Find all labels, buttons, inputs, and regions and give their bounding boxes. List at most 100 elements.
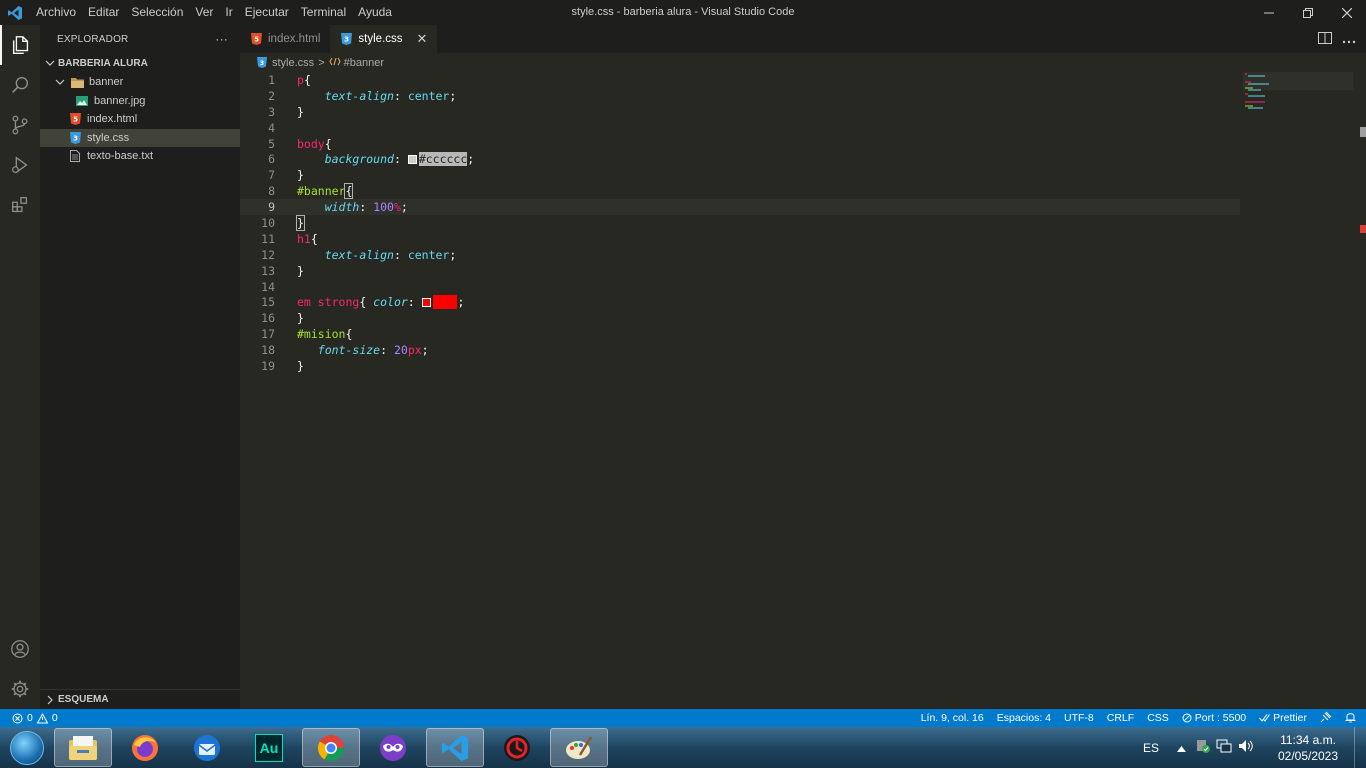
tab-index-html[interactable]: 5 index.html bbox=[240, 25, 330, 53]
tab-style-css[interactable]: 3 style.css ✕ bbox=[330, 25, 438, 53]
menu-ayuda[interactable]: Ayuda bbox=[352, 0, 398, 25]
menu-ir[interactable]: Ir bbox=[219, 0, 238, 25]
code-text: text-align: center; bbox=[297, 247, 457, 262]
clock-time: 11:34 a.m. bbox=[1280, 732, 1336, 747]
taskbar-file-explorer[interactable] bbox=[54, 728, 112, 767]
thunderbird-icon bbox=[194, 734, 220, 761]
show-hidden-icons-button[interactable] bbox=[1177, 741, 1186, 755]
tree-item-index-html[interactable]: 5 index.html bbox=[40, 110, 240, 129]
taskbar-paint[interactable] bbox=[550, 728, 608, 767]
tab-label: style.css bbox=[358, 33, 403, 45]
css-icon: 3 bbox=[256, 57, 267, 68]
symbol-icon bbox=[328, 56, 341, 70]
tree-item-style-css[interactable]: 3 style.css bbox=[40, 128, 240, 147]
taskbar-mask-app[interactable] bbox=[364, 728, 422, 767]
menu-ejecutar[interactable]: Ejecutar bbox=[239, 0, 295, 25]
minimize-button[interactable] bbox=[1249, 0, 1288, 25]
problems-status[interactable]: 0 0 bbox=[0, 712, 58, 724]
breadcrumb-file[interactable]: style.css bbox=[272, 57, 314, 69]
more-actions-button[interactable]: ··· bbox=[215, 32, 228, 46]
cursor-position[interactable]: Lín. 9, col. 16 bbox=[921, 712, 984, 724]
bell-icon bbox=[1345, 712, 1356, 722]
code-text: } bbox=[296, 214, 305, 231]
show-desktop-button[interactable] bbox=[1354, 727, 1366, 768]
source-control-activity[interactable] bbox=[0, 105, 40, 145]
workspace-section[interactable]: BARBERIA ALURA bbox=[40, 53, 240, 73]
color-swatch[interactable] bbox=[421, 298, 431, 308]
tree-item-texto-base-txt[interactable]: texto-base.txt bbox=[40, 147, 240, 166]
code-editor[interactable]: 1 p{ 2 text-align: center; 3} 4 5 body{ 6 … bbox=[240, 72, 1240, 374]
minimap[interactable] bbox=[1243, 72, 1353, 132]
taskbar-thunderbird[interactable] bbox=[178, 728, 236, 767]
code-text: text-align: center; bbox=[297, 88, 457, 103]
menu-editar[interactable]: Editar bbox=[82, 0, 125, 25]
scrollbar-thumb[interactable] bbox=[1360, 127, 1366, 137]
start-button[interactable] bbox=[0, 727, 54, 768]
code-text: } bbox=[297, 359, 304, 373]
close-tab-button[interactable]: ✕ bbox=[417, 31, 428, 47]
close-window-button[interactable] bbox=[1327, 0, 1366, 25]
tree-item-banner-folder[interactable]: banner bbox=[40, 73, 240, 92]
live-server-status[interactable]: Port : 5500 bbox=[1182, 712, 1246, 724]
code-line: 12 text-align: center; bbox=[240, 247, 1240, 263]
accounts-activity[interactable] bbox=[0, 629, 40, 669]
language-mode[interactable]: CSS bbox=[1147, 712, 1169, 724]
clock[interactable]: 11:34 a.m. 02/05/2023 bbox=[1268, 732, 1348, 764]
extensions-activity[interactable] bbox=[0, 185, 40, 225]
css-value: center bbox=[407, 247, 450, 262]
menu-terminal[interactable]: Terminal bbox=[295, 0, 352, 25]
notifications-button[interactable] bbox=[1345, 711, 1356, 726]
explorer-header: EXPLORADOR ··· bbox=[40, 25, 240, 53]
tree-item-banner-jpg[interactable]: banner.jpg bbox=[40, 92, 240, 111]
outline-section[interactable]: ESQUEMA bbox=[40, 689, 240, 709]
more-editor-actions-button[interactable] bbox=[1342, 32, 1356, 47]
run-debug-activity[interactable] bbox=[0, 145, 40, 185]
restore-button[interactable] bbox=[1288, 0, 1327, 25]
semicolon: ; bbox=[449, 88, 457, 103]
indentation[interactable]: Espacios: 4 bbox=[997, 712, 1051, 724]
css-selector: h1 bbox=[297, 231, 311, 246]
windows-taskbar: Au ES 11:34 a.m. 02/05/2023 bbox=[0, 727, 1366, 768]
explorer-activity[interactable] bbox=[0, 25, 40, 65]
chevron-up-icon bbox=[1177, 745, 1186, 752]
feedback-button[interactable] bbox=[1320, 711, 1332, 726]
breadcrumb-symbol[interactable]: #banner bbox=[344, 57, 384, 69]
tray-volume-icon[interactable] bbox=[1238, 739, 1254, 756]
prettier-status[interactable]: Prettier bbox=[1259, 712, 1307, 724]
settings-activity[interactable] bbox=[0, 669, 40, 709]
taskbar-vscode[interactable] bbox=[426, 728, 484, 767]
code-text: font-size: 20px; bbox=[297, 343, 429, 357]
end-of-line[interactable]: CRLF bbox=[1107, 712, 1134, 724]
code-line: 4 bbox=[240, 120, 1240, 136]
chevron-down-icon bbox=[55, 79, 65, 86]
editor-area: 5 index.html 3 style.css ✕ 3 style.css > bbox=[240, 25, 1366, 709]
chrome-icon bbox=[317, 734, 345, 761]
search-icon bbox=[12, 76, 29, 93]
split-editor-icon bbox=[1318, 31, 1332, 44]
language-indicator[interactable]: ES bbox=[1143, 741, 1159, 755]
breadcrumb-separator: > bbox=[318, 56, 325, 69]
color-swatch[interactable] bbox=[407, 155, 417, 165]
taskbar-chrome[interactable] bbox=[302, 728, 360, 767]
menu-ver[interactable]: Ver bbox=[189, 0, 219, 25]
search-activity[interactable] bbox=[0, 65, 40, 105]
explorer-title: EXPLORADOR bbox=[57, 33, 129, 45]
code-text: width: 100%; bbox=[297, 200, 408, 214]
taskbar-firefox[interactable] bbox=[116, 728, 174, 767]
line-number: 19 bbox=[261, 358, 275, 373]
tray-network-icon[interactable] bbox=[1216, 739, 1232, 756]
outline-title: ESQUEMA bbox=[58, 694, 109, 705]
taskbar-audition[interactable]: Au bbox=[240, 728, 298, 767]
css-property: color bbox=[373, 295, 408, 310]
line-number: 10 bbox=[261, 215, 275, 230]
split-editor-button[interactable] bbox=[1318, 31, 1332, 47]
line-number: 4 bbox=[268, 120, 275, 135]
menu-seleccion[interactable]: Selección bbox=[125, 0, 189, 25]
encoding[interactable]: UTF-8 bbox=[1064, 712, 1094, 724]
tray-security-icon[interactable] bbox=[1196, 739, 1210, 756]
minimize-icon bbox=[1263, 12, 1274, 13]
audition-label: Au bbox=[259, 739, 279, 756]
menu-archivo[interactable]: Archivo bbox=[30, 0, 82, 25]
taskbar-red-app[interactable] bbox=[488, 728, 546, 767]
source-control-icon bbox=[12, 115, 28, 135]
